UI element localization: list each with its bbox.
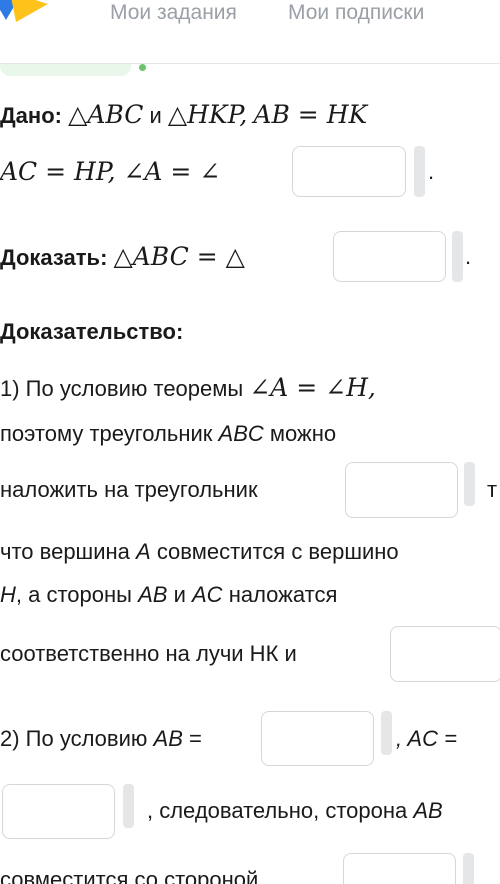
proof-step-1-text: 1) По условию теоремы [0,376,244,401]
proof-step-1-line-4: что вершина A совместится с вершино [0,538,399,566]
proof-step-1-line-2: поэтому треугольник ABC можно [0,420,336,448]
proof-var-a: A [136,539,151,564]
proof-var-ab: AB [413,798,443,823]
answer-box-side[interactable] [343,853,456,884]
proof-text: совместится с вершино [156,539,399,564]
proof-text: наложатся [228,582,338,607]
proof-text-ac-eq: , AC = [396,726,457,751]
top-nav-bar: Мои задания Мои подписки [0,0,500,64]
proof-var-h: H [0,582,16,607]
answer-box-angle-handle[interactable] [414,146,425,197]
answer-box-triangle-2-handle[interactable] [464,462,475,506]
given-conjunction: и [149,103,162,128]
proof-var-ac: AC [192,582,223,607]
given-eq-ab-hk: AB = HK [253,100,368,129]
proof-var-abc: ABC [218,421,264,446]
answer-box-angle[interactable] [292,146,406,197]
answer-box-triangle-handle[interactable] [452,231,463,282]
proof-text: 2) По условию [0,726,148,751]
proof-step-1-angle-eq: ∠A = ∠H, [249,373,376,402]
brand-logo-icon[interactable] [0,0,48,30]
prove-line: Доказать: △ABC = △ [0,243,245,272]
proof-text: поэтому треугольник [0,421,213,446]
given-line-2: AC = HP, ∠A = ∠ [0,158,220,187]
proof-step-2-line-2: , следовательно, сторона AB [147,797,443,825]
proof-text: , а стороны [15,582,132,607]
proof-step-2-line-3: совместится со стороной [0,867,259,884]
prove-eq: △ABC = △ [113,242,245,271]
proof-var-ab: AB [153,726,183,751]
status-dot [139,64,146,71]
given-eq-ac-hp-angle: AC = HP, ∠A = ∠ [0,157,221,186]
proof-text: и [173,582,186,607]
proof-heading: Доказательство: [0,319,184,344]
tab-my-subscriptions[interactable]: Мои подписки [288,0,424,26]
given-triangle-abc: △ABC [68,100,144,129]
answer-box-side-handle[interactable] [463,853,474,884]
answer-box-triangle-2[interactable] [345,462,458,518]
answer-box-ac[interactable] [2,784,115,839]
tab-my-tasks[interactable]: Мои задания [110,0,237,26]
proof-text: = [189,726,202,751]
proof-text-cut: т [487,477,498,502]
proof-step-1-line-5: H, а стороны AB и AC наложатся [0,581,337,609]
answer-box-ab[interactable] [261,711,374,766]
proof-step-1-line-3: наложить на треугольник [0,477,258,502]
prove-line-dot: . [465,244,472,269]
given-line-2-dot: . [428,159,435,184]
proof-step-1-line-6: соответственно на лучи НК и [0,641,297,666]
proof-text: можно [269,421,337,446]
proof-text: , следовательно, сторона [147,798,408,823]
prove-label: Доказать: [0,245,108,270]
proof-step-2-line-1: 2) По условию AB = [0,725,202,753]
proof-text: что вершина [0,539,130,564]
proof-step-1-line-1: 1) По условию теоремы ∠A = ∠H, [0,374,376,403]
progress-pill [0,64,131,76]
answer-box-ac-handle[interactable] [123,784,134,828]
given-line-1: Дано: △ABC и △HKP, AB = HK [0,101,367,130]
given-triangle-hkp: △HKP, [167,100,248,129]
proof-var-ab: AB [138,582,168,607]
answer-box-triangle[interactable] [333,231,446,282]
answer-box-ab-handle[interactable] [381,711,392,755]
given-label: Дано: [0,103,62,128]
answer-box-ray[interactable] [390,626,500,682]
